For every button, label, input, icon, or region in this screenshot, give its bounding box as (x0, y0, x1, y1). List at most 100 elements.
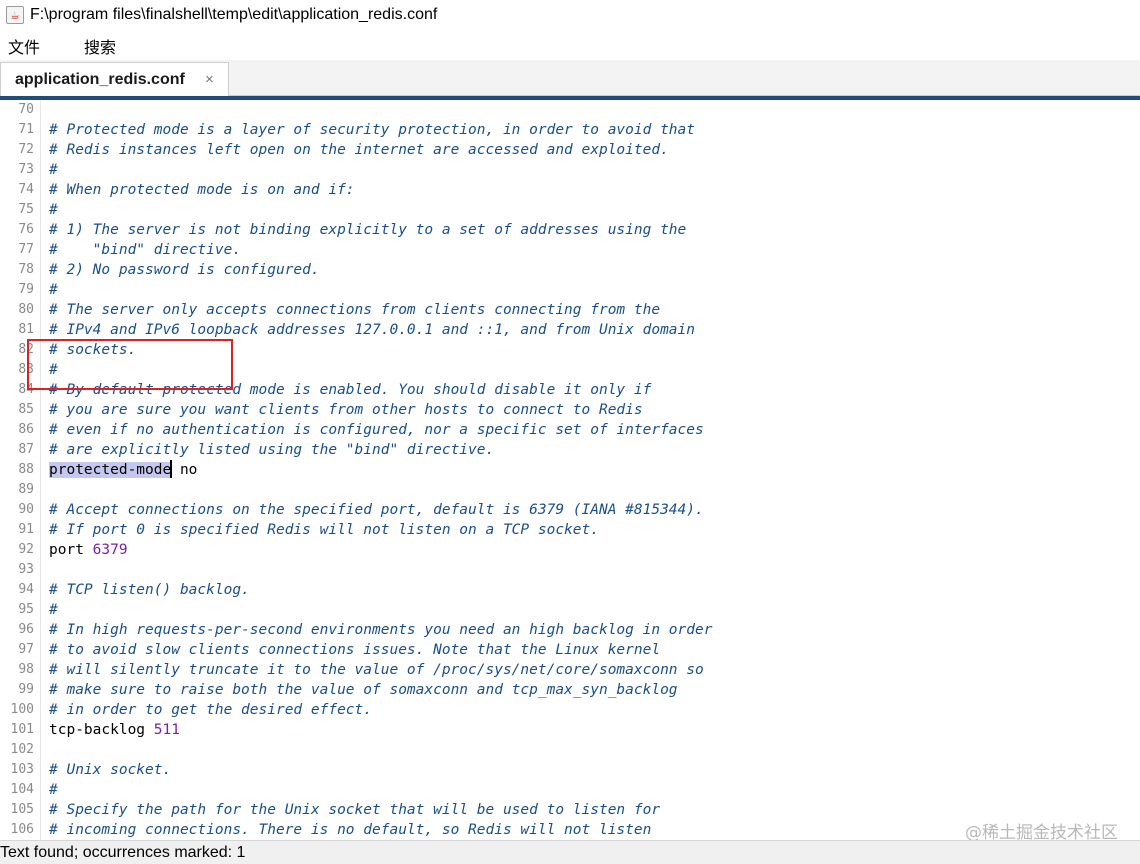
line-text: # If port 0 is specified Redis will not … (49, 522, 599, 538)
code-line: 89 (0, 480, 1140, 500)
line-number: 91 (18, 522, 34, 537)
line-number: 73 (18, 162, 34, 177)
line-number: 75 (18, 202, 34, 217)
code-line: 75 # (0, 200, 1140, 220)
line-text: # (49, 282, 58, 298)
close-icon[interactable]: × (205, 71, 214, 88)
line-number: 88 (18, 462, 34, 477)
code-line: 97 # to avoid slow clients connections is… (0, 640, 1140, 660)
line-text: # (49, 362, 58, 378)
code-line: 96 # In high requests-per-second environm… (0, 620, 1140, 640)
code-line: 74 # When protected mode is on and if: (0, 180, 1140, 200)
code-line: 101 tcp-backlog 511 (0, 720, 1140, 740)
code-line: 80 # The server only accepts connections … (0, 300, 1140, 320)
code-line: 92 port 6379 (0, 540, 1140, 560)
code-line: 78 # 2) No password is configured. (0, 260, 1140, 280)
status-bar: Text found; occurrences marked: 1 (0, 840, 1140, 864)
line-number: 97 (18, 642, 34, 657)
line-number: 87 (18, 442, 34, 457)
code-editor[interactable]: 70 71 # Protected mode is a layer of secur… (0, 100, 1140, 840)
line-text: # Protected mode is a layer of security … (49, 122, 696, 138)
line-text: # 2) No password is configured. (49, 262, 320, 278)
code-line: 102 (0, 740, 1140, 760)
line-number: 106 (10, 822, 34, 837)
numeric-value: 6379 (92, 542, 128, 558)
menu-search[interactable]: 搜索 (76, 34, 124, 58)
code-line: 82 # sockets. (0, 340, 1140, 360)
line-number: 81 (18, 322, 34, 337)
text-caret (170, 460, 173, 478)
code-line: 86 # even if no authentication is configu… (0, 420, 1140, 440)
code-line: 81 # IPv4 and IPv6 loopback addresses 127… (0, 320, 1140, 340)
code-line: 72 # Redis instances left open on the int… (0, 140, 1140, 160)
line-number: 99 (18, 682, 34, 697)
window-title: F:\program files\finalshell\temp\edit\ap… (30, 6, 438, 23)
line-number: 80 (18, 302, 34, 317)
line-number: 78 (18, 262, 34, 277)
line-text: # Unix socket. (49, 762, 172, 778)
line-number: 89 (18, 482, 34, 497)
code-line: 76 # 1) The server is not binding explici… (0, 220, 1140, 240)
line-text: # sockets. (49, 342, 137, 358)
line-number: 95 (18, 602, 34, 617)
menu-file[interactable]: 文件 (0, 34, 48, 58)
line-number: 76 (18, 222, 34, 237)
tab-bar: application_redis.conf × (0, 60, 1140, 96)
code-line: 84 # By default protected mode is enabled… (0, 380, 1140, 400)
line-text: # "bind" directive. (49, 242, 242, 258)
status-text: Text found; occurrences marked: 1 (0, 843, 246, 861)
line-text: # (49, 162, 58, 178)
line-number: 94 (18, 582, 34, 597)
line-number: 105 (10, 802, 34, 817)
line-text: tcp-backlog 511 (49, 722, 180, 738)
line-number: 74 (18, 182, 34, 197)
code-line: 85 # you are sure you want clients from o… (0, 400, 1140, 420)
numeric-value: 511 (153, 722, 180, 738)
code-line: 103 # Unix socket. (0, 760, 1140, 780)
code-line: 104 # (0, 780, 1140, 800)
line-text: # 1) The server is not binding explicitl… (49, 222, 687, 238)
code-line: 99 # make sure to raise both the value of… (0, 680, 1140, 700)
line-text: # are explicitly listed using the "bind"… (49, 442, 495, 458)
code-line: 88 protected-mode no (0, 460, 1140, 480)
line-text: # By default protected mode is enabled. … (49, 382, 652, 398)
line-text: # IPv4 and IPv6 loopback addresses 127.0… (49, 322, 696, 338)
tab-label: application_redis.conf (15, 70, 185, 88)
search-match-highlight: protected-mode (49, 462, 172, 478)
line-number: 101 (10, 722, 34, 737)
line-number: 93 (18, 562, 34, 577)
code-line: 94 # TCP listen() backlog. (0, 580, 1140, 600)
line-text: # you are sure you want clients from oth… (49, 402, 643, 418)
line-number: 72 (18, 142, 34, 157)
tab-application-redis-conf[interactable]: application_redis.conf × (0, 62, 229, 96)
line-number: 85 (18, 402, 34, 417)
line-text: # In high requests-per-second environmen… (49, 622, 713, 638)
java-app-icon: ☕ (6, 6, 24, 24)
line-number: 90 (18, 502, 34, 517)
code-line: 95 # (0, 600, 1140, 620)
line-text: # (49, 782, 58, 798)
code-line: 87 # are explicitly listed using the "bin… (0, 440, 1140, 460)
menu-bar: 文件 搜索 (0, 32, 1140, 60)
line-number: 84 (18, 382, 34, 397)
line-text: # TCP listen() backlog. (49, 582, 250, 598)
code-line: 90 # Accept connections on the specified … (0, 500, 1140, 520)
line-text: # The server only accepts connections fr… (49, 302, 661, 318)
line-number: 83 (18, 362, 34, 377)
code-line: 83 # (0, 360, 1140, 380)
line-text: # Specify the path for the Unix socket t… (49, 802, 661, 818)
line-text: # Accept connections on the specified po… (49, 502, 704, 518)
code-line: 93 (0, 560, 1140, 580)
line-number: 86 (18, 422, 34, 437)
code-line: 77 # "bind" directive. (0, 240, 1140, 260)
code-line: 100 # in order to get the desired effect. (0, 700, 1140, 720)
line-text: # incoming connections. There is no defa… (49, 822, 652, 838)
line-text: # Redis instances left open on the inter… (49, 142, 669, 158)
line-number: 103 (10, 762, 34, 777)
line-text: port 6379 (49, 542, 128, 558)
line-number: 102 (10, 742, 34, 757)
code-line: 71 # Protected mode is a layer of securit… (0, 120, 1140, 140)
line-number: 92 (18, 542, 34, 557)
line-text: # (49, 602, 58, 618)
code-line: 91 # If port 0 is specified Redis will no… (0, 520, 1140, 540)
